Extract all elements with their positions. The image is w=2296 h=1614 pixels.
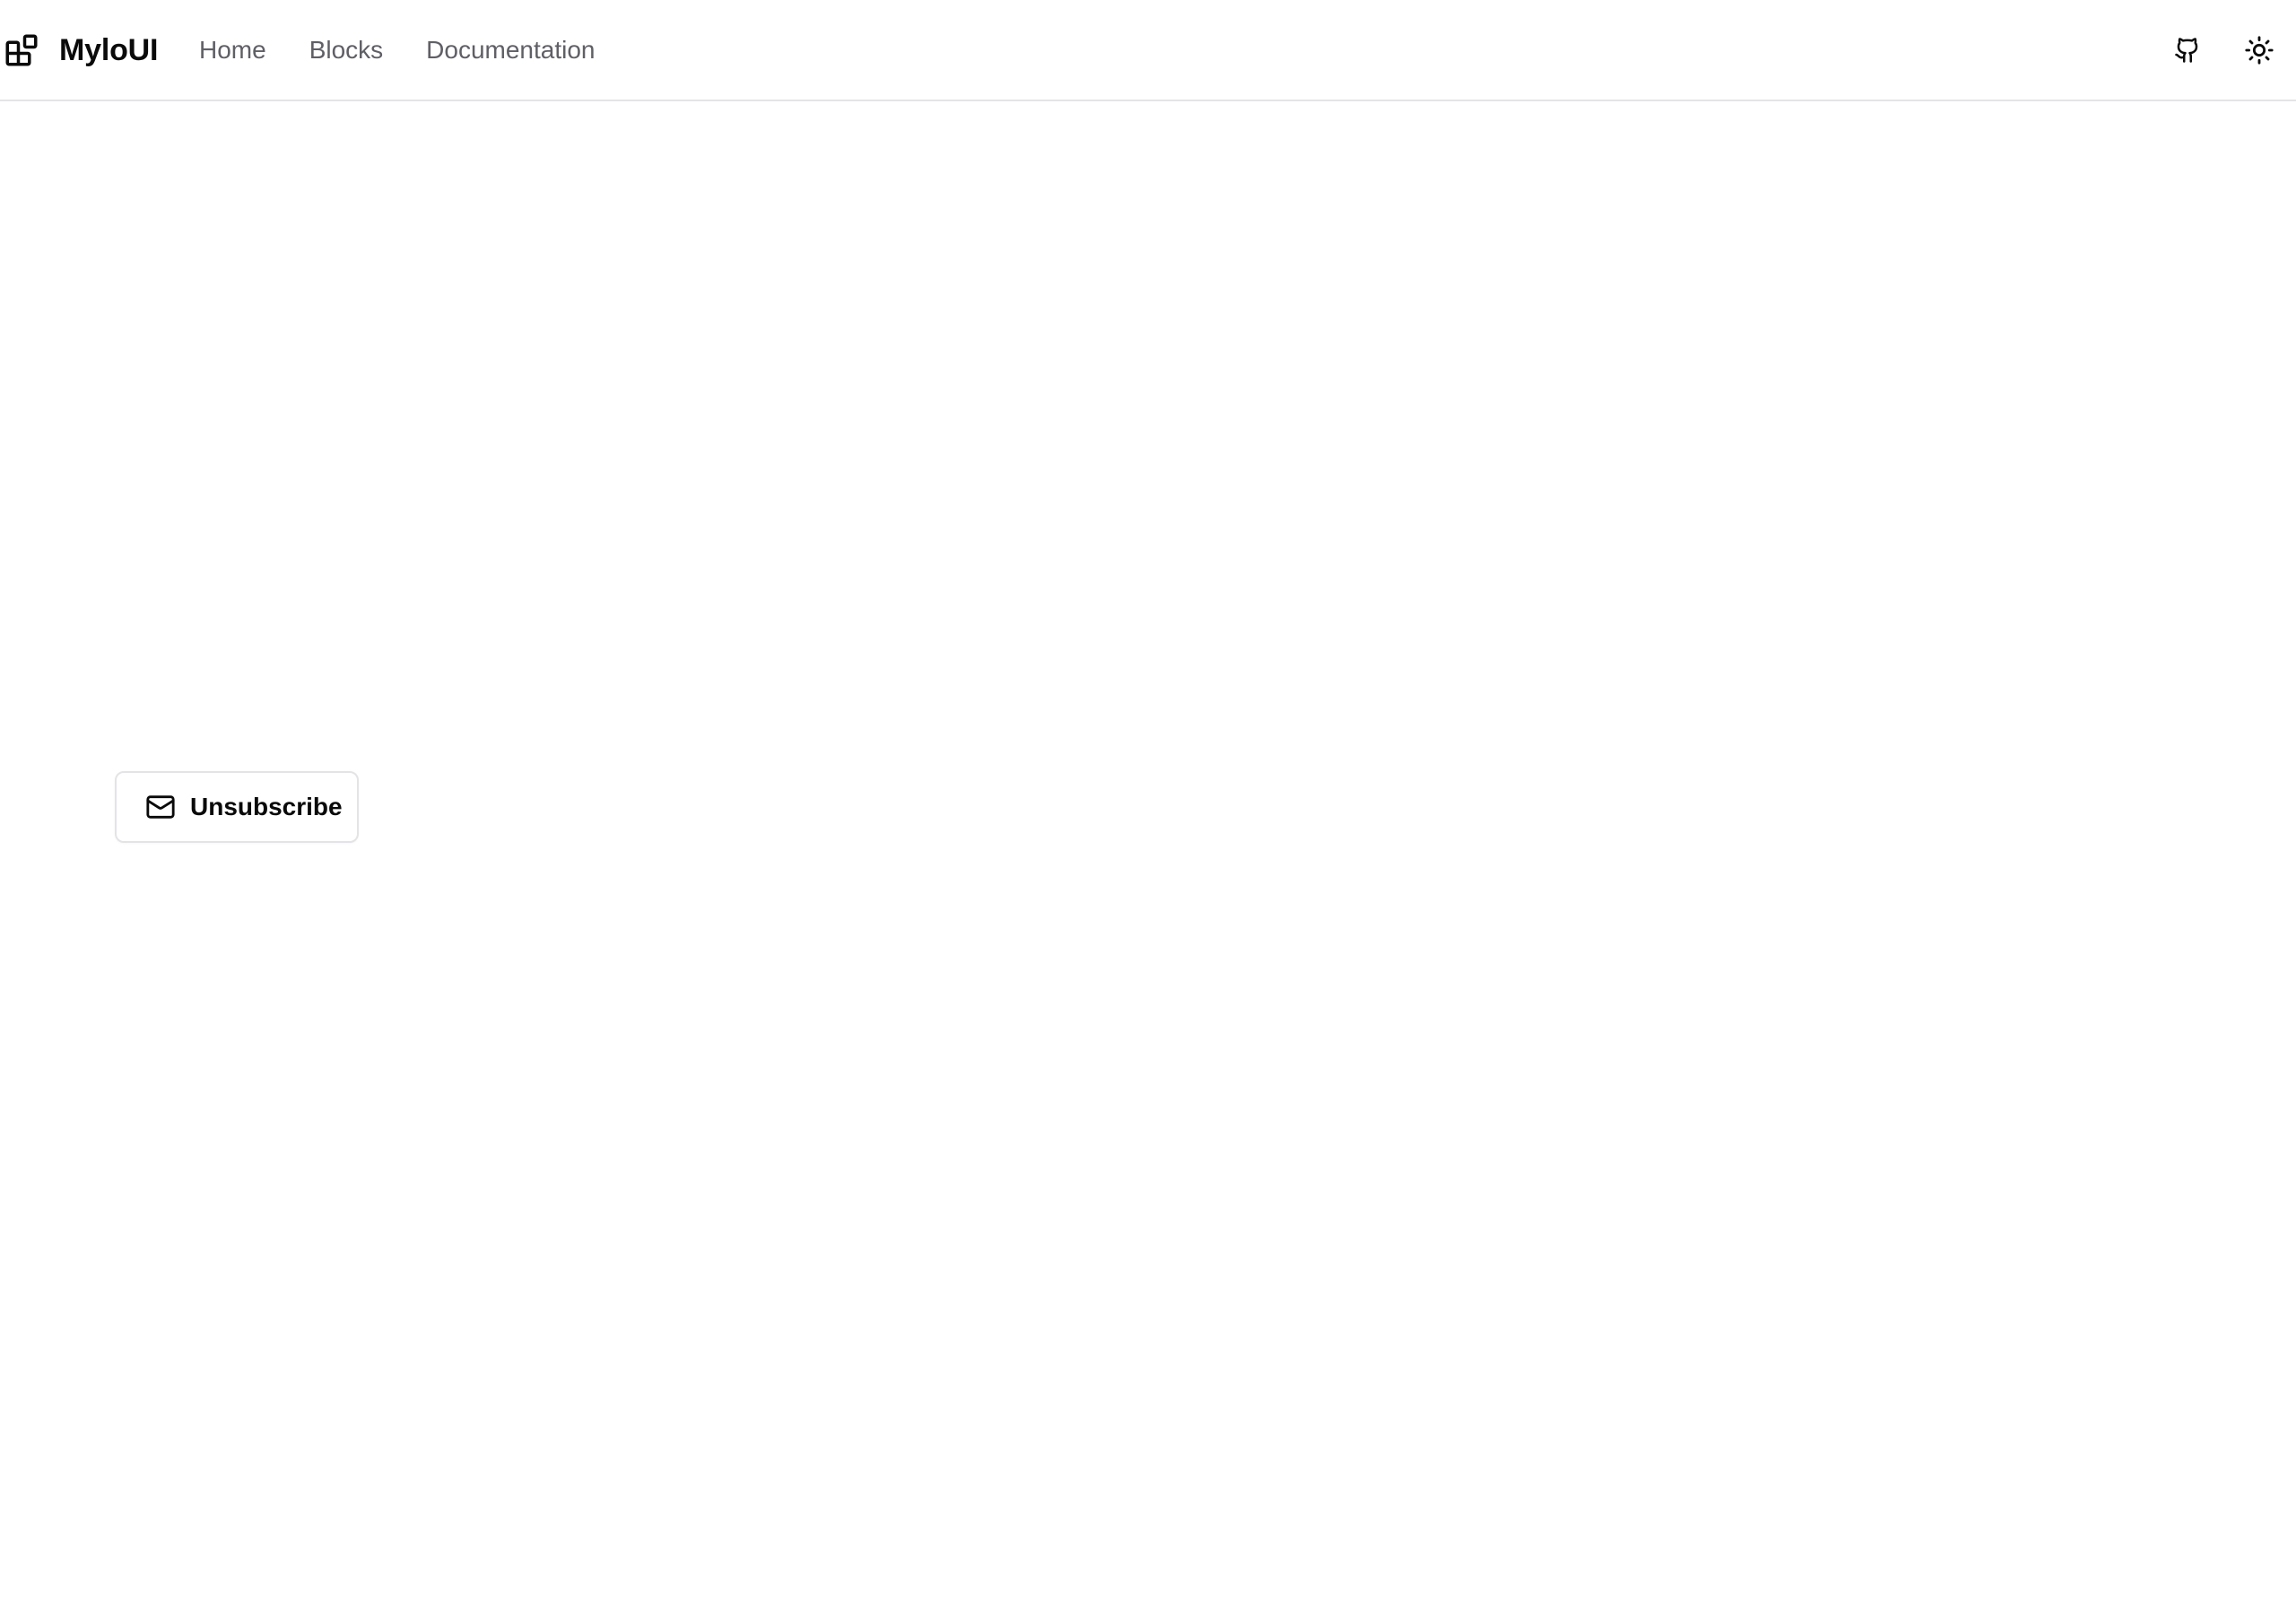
sun-icon [2245,36,2274,65]
github-icon [2175,38,2198,63]
unsubscribe-label: Unsubscribe [190,793,343,820]
main-nav: Home Blocks Documentation [199,31,639,69]
nav-link-documentation[interactable]: Documentation [426,31,595,69]
github-button[interactable] [2164,27,2211,74]
brand-link[interactable]: MyloUI [3,31,158,69]
unsubscribe-button[interactable]: Unsubscribe [115,771,359,843]
top-navbar: MyloUI Home Blocks Documentation [0,0,2296,101]
brand-name: MyloUI [59,33,159,67]
theme-toggle-button[interactable] [2236,27,2283,74]
mail-icon [146,795,175,819]
blocks-logo-icon [5,34,38,66]
nav-link-home[interactable]: Home [199,31,266,69]
nav-link-blocks[interactable]: Blocks [309,31,383,69]
